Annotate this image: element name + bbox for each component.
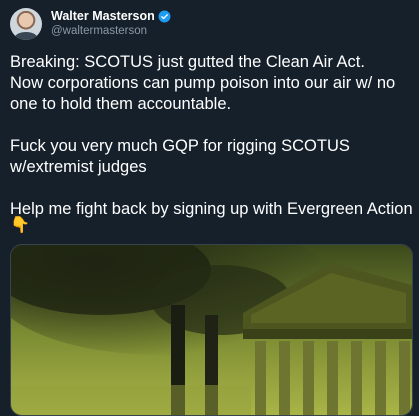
tweet-media-image[interactable] — [10, 244, 413, 416]
author-block: Walter Masterson @waltermasterson — [51, 9, 171, 39]
tweet-text: Breaking: SCOTUS just gutted the Clean A… — [10, 53, 413, 218]
smokestack-courthouse-illustration — [11, 245, 412, 415]
avatar[interactable] — [10, 8, 42, 40]
author-handle[interactable]: @waltermasterson — [51, 24, 171, 39]
pointing-down-emoji: 👇 — [10, 217, 30, 234]
verified-badge-icon — [158, 10, 171, 23]
tweet-header: Walter Masterson @waltermasterson — [10, 8, 171, 40]
author-name[interactable]: Walter Masterson — [51, 9, 155, 24]
name-row: Walter Masterson — [51, 9, 171, 24]
